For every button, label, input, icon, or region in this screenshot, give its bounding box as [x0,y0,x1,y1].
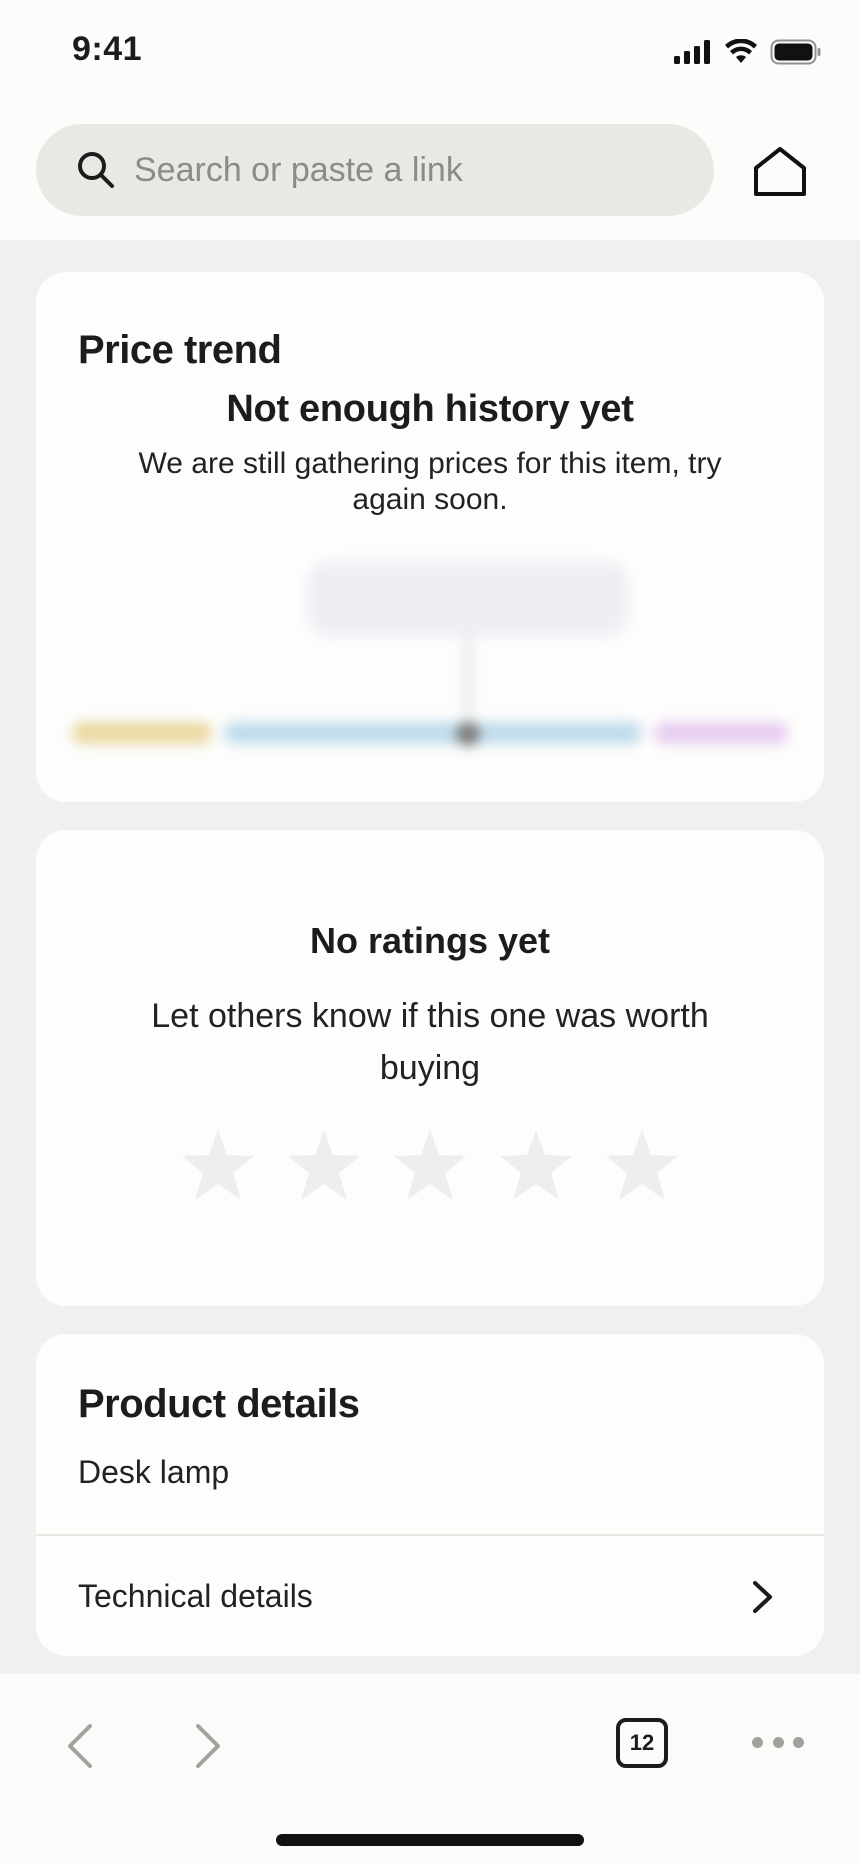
star-icon[interactable] [180,1128,256,1202]
ratings-card: No ratings yet Let others know if this o… [36,830,824,1306]
ratings-message: Let others know if this one was worth bu… [151,997,709,1087]
forward-icon[interactable] [192,1722,224,1770]
chevron-right-icon [753,1581,772,1613]
price-empty-title: Not enough history yet [226,388,634,430]
chart-range-high [654,722,788,744]
battery-icon [770,39,821,65]
technical-details-row[interactable]: Technical details [36,1536,824,1656]
chart-range-low [72,722,212,744]
home-indicator [276,1834,584,1846]
more-options-icon[interactable] [752,1734,804,1750]
chart-tooltip-placeholder [308,562,628,636]
home-icon[interactable] [752,146,808,198]
search-icon [78,152,114,188]
star-rating [36,1128,824,1202]
product-details-card: Product details Desk lamp Technical deta… [36,1334,824,1656]
chart-marker-line [464,630,472,718]
search-placeholder: Search or paste a link [134,150,463,189]
status-icons [674,38,822,66]
tab-count: 12 [629,1730,655,1755]
back-icon[interactable] [64,1722,96,1770]
star-icon[interactable] [604,1128,680,1202]
signal-icon [674,40,710,64]
technical-details-label: Technical details [78,1578,313,1614]
status-time: 9:41 [72,30,143,68]
bottom-toolbar: 12 [0,1674,860,1864]
product-name: Desk lamp [78,1454,230,1490]
top-bar: 9:41 Search or paste a link [0,0,860,240]
star-icon[interactable] [392,1128,468,1202]
search-bar[interactable]: Search or paste a link [36,124,714,216]
price-trend-card: Price trend Not enough history yet We ar… [36,272,824,802]
chart-marker-dot [456,722,480,746]
tabs-button[interactable]: 12 [616,1718,668,1768]
wifi-icon [725,39,757,63]
chart-range-mid [224,722,642,744]
price-empty-message: We are still gathering prices for this i… [138,447,722,516]
star-icon[interactable] [498,1128,574,1202]
product-details-title: Product details [78,1382,360,1426]
ratings-title: No ratings yet [309,920,551,961]
price-trend-title: Price trend [78,328,282,372]
star-icon[interactable] [286,1128,362,1202]
blurred-chart-placeholder [72,562,788,752]
